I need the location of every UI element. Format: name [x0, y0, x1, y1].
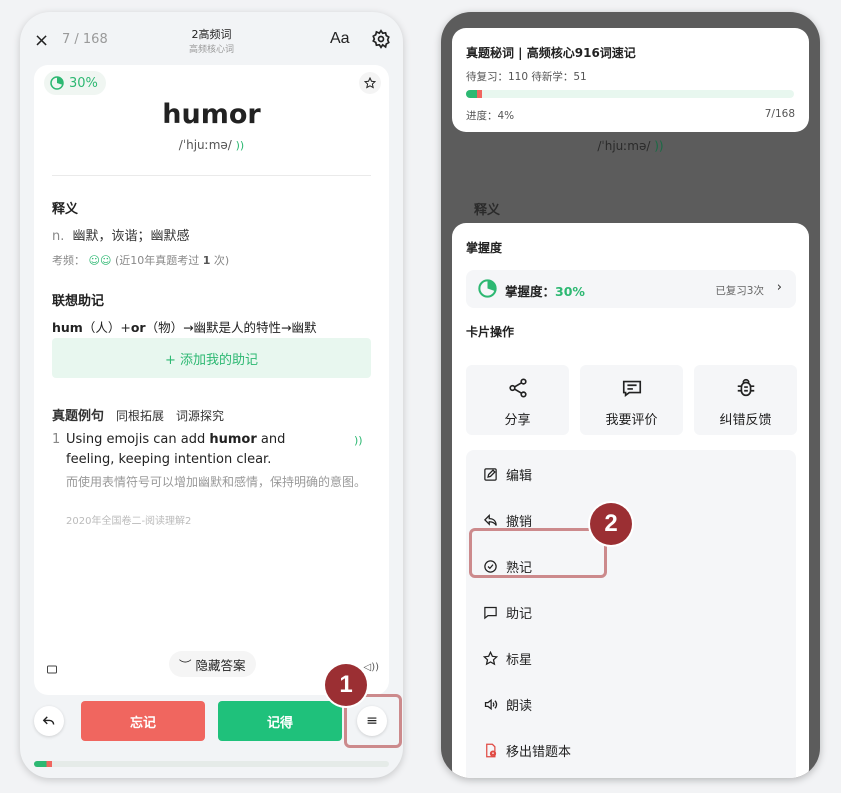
comment-icon	[580, 377, 683, 399]
study-progress-bar	[34, 761, 389, 767]
comment-icon[interactable]	[46, 661, 58, 680]
deck-title: 真题秘词 | 高频核心916词速记	[466, 46, 636, 60]
mastery-label: 掌握度：30%	[505, 284, 585, 299]
menu-item-remove-wrongbook[interactable]: 移出错题本	[482, 738, 571, 762]
remember-button[interactable]: 记得	[218, 701, 342, 741]
gear-icon[interactable]	[371, 29, 391, 53]
headword: humor	[162, 99, 261, 130]
example-chinese: 而使用表情符号可以增加幽默和感情，保持明确的意图。	[66, 475, 367, 489]
divider	[52, 175, 371, 176]
background-heading: 释义	[474, 203, 501, 218]
mnemonic-heading: 联想助记	[52, 294, 105, 311]
mastery-ring-icon	[478, 279, 497, 298]
definition-text: 幽默，诙谐；幽默感	[72, 229, 190, 244]
background-phonetic: /ˈhjuːmə/ ))	[597, 139, 664, 153]
example-sound-icon[interactable]: ))	[354, 434, 363, 447]
deck-info-card: 真题秘词 | 高频核心916词速记 待复习：110 待新学：51 进度：4% 7…	[452, 28, 809, 132]
deck-progress-fill	[466, 90, 483, 98]
hide-answer-button[interactable]: ︶ 隐藏答案	[169, 651, 256, 677]
part-of-speech: n.	[52, 229, 65, 244]
mastery-ring-icon	[50, 76, 64, 90]
menu-item-mnemonic[interactable]: 助记	[482, 600, 532, 624]
study-progress-fill	[34, 761, 52, 767]
eye-closed-icon: ︶	[179, 657, 192, 673]
bug-icon	[694, 377, 797, 399]
mastery-percent: 30%	[69, 75, 98, 91]
chevron-right-icon: ›	[776, 280, 782, 295]
tab-root-extension[interactable]: 同根拓展	[116, 407, 164, 424]
card-ops-heading: 卡片操作	[466, 325, 515, 339]
deck-progress-bar	[466, 90, 794, 98]
undo-icon	[482, 512, 498, 528]
star-icon	[482, 650, 498, 666]
font-size-button[interactable]: Aa	[330, 30, 350, 48]
share-button[interactable]: 分享	[466, 365, 569, 435]
message-icon	[482, 604, 498, 620]
example-tabs: 真题例句 同根拓展 词源探究	[52, 405, 224, 426]
menu-list: 编辑 撤销 熟记 助记 标星 朗读 移出错题本	[466, 450, 796, 778]
definition: n. 幽默，诙谐；幽默感	[52, 225, 190, 244]
tab-exam-examples[interactable]: 真题例句	[52, 405, 105, 426]
example-source: 2020年全国卷二-阅读理解2	[66, 516, 192, 527]
mastery-row[interactable]: 掌握度：30% 已复习3次 ›	[466, 270, 796, 308]
deck-count: 7/168	[764, 108, 795, 120]
remove-doc-icon	[482, 742, 498, 758]
example-english: Using emojis can add humor and feeling, …	[66, 432, 286, 467]
feedback-button[interactable]: 纠错反馈	[694, 365, 797, 435]
example-number: 1	[52, 432, 61, 447]
top-bar: × 7 / 168 2高频词 高频核心词 Aa	[20, 12, 403, 68]
definition-heading: 释义	[52, 202, 79, 219]
word-card: 30% humor /ˈhjuːmə/ )) 释义 n. 幽默，诙谐；幽默感 考…	[34, 65, 389, 695]
mastery-pill[interactable]: 30%	[44, 71, 106, 95]
volume-icon[interactable]: ◁))	[364, 662, 380, 673]
mastery-heading: 掌握度	[466, 241, 503, 255]
speaker-icon	[482, 696, 498, 712]
tab-etymology[interactable]: 词源探究	[176, 407, 224, 424]
menu-item-edit[interactable]: 编辑	[482, 462, 532, 486]
rate-button[interactable]: 我要评价	[580, 365, 683, 435]
exam-frequency: 考频： ☺☺ (近10年真题考过 1 次)	[52, 254, 230, 267]
frequency-icon: ☺☺	[88, 254, 112, 267]
review-count: 已复习3次	[715, 285, 764, 297]
callout-badge-2: 2	[590, 503, 632, 545]
phonetic: /ˈhjuːmə/	[178, 138, 232, 152]
forget-button[interactable]: 忘记	[81, 701, 205, 741]
deck-stats: 待复习：110 待新学：51	[466, 71, 587, 83]
callout-badge-1: 1	[325, 664, 367, 706]
phonetic-row: /ˈhjuːmə/ ))	[34, 138, 389, 152]
deck-progress-label: 进度：4%	[466, 110, 515, 122]
edit-icon	[482, 466, 498, 482]
add-mnemonic-button[interactable]: + 添加我的助记	[52, 338, 371, 378]
callout-highlight-2	[469, 528, 607, 578]
mnemonic-text: hum（人）+or（物）→幽默是人的特性→幽默	[52, 320, 317, 335]
menu-item-read-aloud[interactable]: 朗读	[482, 692, 532, 716]
action-sheet: 掌握度 掌握度：30% 已复习3次 › 卡片操作 分享 我要评价 纠错反馈 编辑…	[452, 223, 809, 778]
menu-screen: /ˈhjuːmə/ )) 释义 真题秘词 | 高频核心916词速记 待复习：11…	[441, 12, 820, 778]
undo-button[interactable]	[34, 706, 64, 736]
sound-icon[interactable]: ))	[236, 139, 245, 152]
star-icon[interactable]	[359, 72, 381, 94]
menu-item-star[interactable]: 标星	[482, 646, 532, 670]
share-icon	[466, 377, 569, 399]
undo-icon	[42, 716, 55, 725]
